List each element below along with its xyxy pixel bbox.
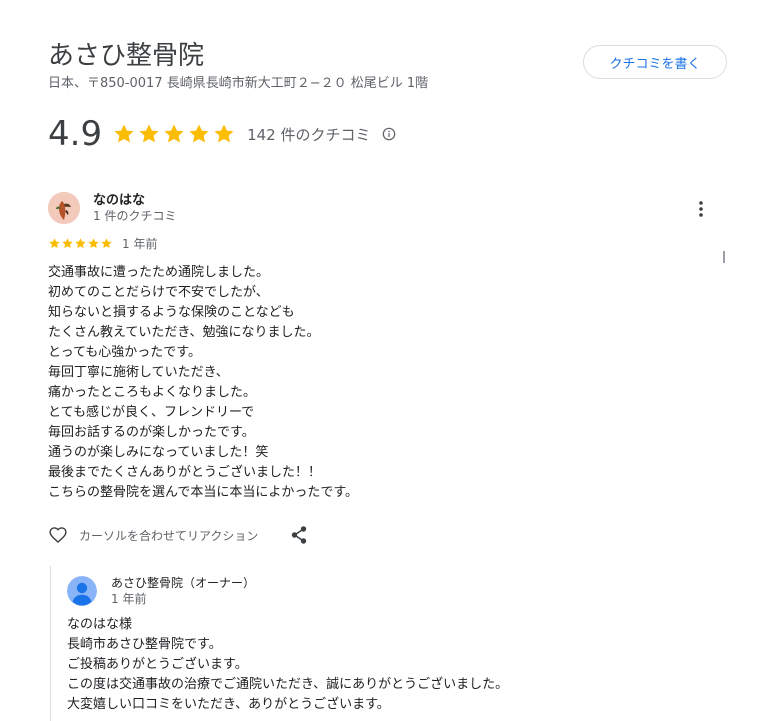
more-vert-icon <box>699 201 703 217</box>
owner-reply-line: ご投稿ありがとうございます。 <box>67 657 248 672</box>
reviewer-avatar-image <box>48 192 80 224</box>
info-icon[interactable] <box>382 127 396 141</box>
review-text-line: 痛かったところもよくなりました。 <box>48 385 257 400</box>
review-text-line: 知らないと損するような保険のことなども <box>48 305 295 320</box>
reviewer-avatar[interactable] <box>48 192 80 224</box>
review-text-line: こちらの整骨院を選んで本当に本当によかったです。 <box>48 485 359 500</box>
review-text-line: 初めてのことだらけで不安でしたが、 <box>48 285 269 300</box>
business-address: 日本、〒850-0017 長崎県長崎市新大工町２−２０ 松尾ビル 1階 <box>48 76 429 91</box>
rating-summary: 4.9 142 件のクチコミ <box>48 114 396 154</box>
reviewer-review-count: 1 件のクチコミ <box>93 209 177 223</box>
owner-reply-text: なのはな様長崎市あさひ整骨院です。ご投稿ありがとうございます。この度は交通事故の… <box>67 615 747 715</box>
review-stars <box>48 237 113 250</box>
business-name: あさひ整骨院 <box>48 41 205 71</box>
owner-name: あさひ整骨院（オーナー） <box>111 576 256 590</box>
review-rating: 1 年前 <box>48 236 158 251</box>
review-text-line: 交通事故に遭ったため通院しました。 <box>48 265 270 280</box>
star-icon <box>114 124 134 143</box>
star-icon <box>62 237 73 248</box>
star-icon <box>139 124 159 143</box>
reaction-row: カーソルを合わせてリアクション <box>48 524 258 546</box>
owner-avatar-image <box>67 576 97 606</box>
review-text-line: 通うのが楽しみになっていました！笑 <box>48 445 269 460</box>
scrollbar-thumb[interactable] <box>723 251 725 263</box>
owner-reply-line: 長崎市あさひ整骨院です。 <box>67 637 222 652</box>
star-icon <box>88 237 99 248</box>
review-text-line: たくさん教えていただき、勉強になりました。 <box>48 325 320 340</box>
reviews-panel: あさひ整骨院 日本、〒850-0017 長崎県長崎市新大工町２−２０ 松尾ビル … <box>0 0 776 721</box>
star-icon <box>164 124 184 143</box>
star-icon <box>214 124 234 143</box>
rating-value: 4.9 <box>48 114 103 154</box>
review-text: 交通事故に遭ったため通院しました。 初めてのことだらけで不安でしたが、知らないと損… <box>48 263 688 503</box>
reaction-hint: カーソルを合わせてリアクション <box>79 528 259 543</box>
star-icon <box>189 124 209 143</box>
more-options-button[interactable] <box>692 198 710 220</box>
review-text-line: 毎回お話するのが楽しかったです。 <box>48 425 255 440</box>
reviewer-name[interactable]: なのはな <box>93 192 145 209</box>
review-date: 1 年前 <box>122 236 158 251</box>
owner-reply-divider <box>50 566 51 721</box>
owner-reply-line: 大変嬉しい口コミをいただき、ありがとうございます。 <box>67 697 390 712</box>
review-text-line: とても感じが良く、フレンドリーで <box>48 405 255 420</box>
review-text-line: 毎回丁寧に施術していただき、 <box>48 365 229 380</box>
write-review-button[interactable]: クチコミを書く <box>583 45 727 79</box>
owner-reply-date: 1 年前 <box>111 592 147 606</box>
star-icon <box>75 237 86 248</box>
review-text-line: とっても心強かったです。 <box>48 345 202 360</box>
owner-reply-line: この度は交通事故の治療でご通院いただき、誠にありがとうございました。 <box>67 677 509 692</box>
heart-outline-icon[interactable] <box>48 525 68 545</box>
owner-reply-line: なのはな様 <box>67 617 133 632</box>
star-icon <box>101 237 112 248</box>
user-avatar-icon <box>67 576 97 606</box>
review-text-line: 最後までたくさんありがとうございました！！ <box>48 465 322 480</box>
rating-stars <box>112 122 237 146</box>
review-count: 142 件のクチコミ <box>247 125 371 144</box>
share-icon[interactable] <box>290 525 308 545</box>
star-icon <box>49 237 60 248</box>
